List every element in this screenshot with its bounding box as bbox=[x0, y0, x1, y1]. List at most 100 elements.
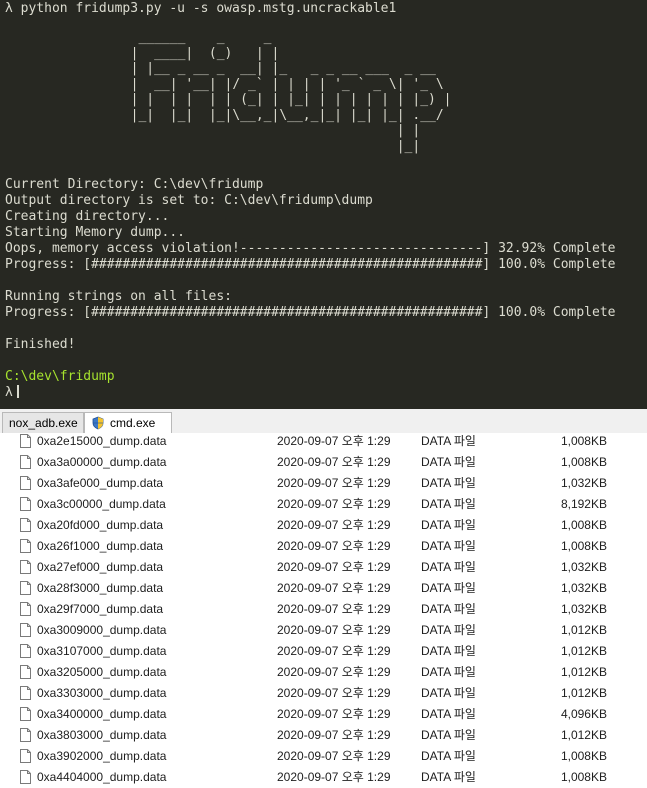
file-date: 2020-09-07 오후 1:29 bbox=[277, 581, 391, 595]
terminal-output-line: Progress: [#############################… bbox=[5, 257, 616, 272]
file-date: 2020-09-07 오후 1:29 bbox=[277, 476, 391, 490]
file-name: 0xa3902000_dump.data bbox=[37, 749, 167, 763]
file-size: 1,008KB bbox=[560, 770, 607, 784]
file-type: DATA 파일 bbox=[421, 476, 476, 490]
file-size: 8,192KB bbox=[560, 497, 607, 511]
file-row[interactable]: 0xa27ef000_dump.data 2020-09-07 오후 1:29 … bbox=[0, 557, 647, 578]
file-name: 0xa28f3000_dump.data bbox=[37, 581, 164, 595]
file-icon bbox=[20, 560, 31, 574]
file-row[interactable]: 0xa3902000_dump.data 2020-09-07 오후 1:29 … bbox=[0, 746, 647, 767]
shield-icon bbox=[92, 416, 104, 430]
file-size: 1,008KB bbox=[560, 539, 607, 553]
file-icon bbox=[20, 518, 31, 532]
tab-label: nox_adb.exe bbox=[9, 416, 78, 430]
file-type: DATA 파일 bbox=[421, 560, 476, 574]
file-icon bbox=[20, 497, 31, 511]
file-name: 0xa3afe000_dump.data bbox=[37, 476, 164, 490]
file-type: DATA 파일 bbox=[421, 434, 476, 448]
file-row[interactable]: 0xa26f1000_dump.data 2020-09-07 오후 1:29 … bbox=[0, 536, 647, 557]
file-list: 0xa2e15000_dump.data 2020-09-07 오후 1:29 … bbox=[0, 433, 647, 788]
file-icon bbox=[20, 665, 31, 679]
file-date: 2020-09-07 오후 1:29 bbox=[277, 665, 391, 679]
file-row[interactable]: 0xa3205000_dump.data 2020-09-07 오후 1:29 … bbox=[0, 662, 647, 683]
terminal-output-line: Output directory is set to: C:\dev\fridu… bbox=[5, 193, 373, 208]
file-date: 2020-09-07 오후 1:29 bbox=[277, 434, 391, 448]
terminal-command-line: λ python fridump3.py -u -s owasp.mstg.un… bbox=[5, 1, 397, 16]
file-size: 1,032KB bbox=[560, 476, 607, 490]
file-date: 2020-09-07 오후 1:29 bbox=[277, 770, 391, 784]
file-name: 0xa3303000_dump.data bbox=[37, 686, 167, 700]
file-size: 1,032KB bbox=[560, 602, 607, 616]
file-row[interactable]: 0xa29f7000_dump.data 2020-09-07 오후 1:29 … bbox=[0, 599, 647, 620]
fridump-ascii-banner: ______ _ _ | ____| (_) | | | |__ _ __ _ … bbox=[130, 30, 452, 154]
file-type: DATA 파일 bbox=[421, 497, 476, 511]
file-name: 0xa2e15000_dump.data bbox=[37, 434, 167, 448]
file-size: 1,008KB bbox=[560, 434, 607, 448]
file-row[interactable]: 0xa28f3000_dump.data 2020-09-07 오후 1:29 … bbox=[0, 578, 647, 599]
file-size: 1,012KB bbox=[560, 686, 607, 700]
file-name: 0xa3a00000_dump.data bbox=[37, 455, 167, 469]
file-name: 0xa3803000_dump.data bbox=[37, 728, 167, 742]
file-row[interactable]: 0xa2e15000_dump.data 2020-09-07 오후 1:29 … bbox=[0, 431, 647, 452]
terminal-prompt[interactable]: λ bbox=[5, 385, 19, 401]
file-size: 1,008KB bbox=[560, 749, 607, 763]
file-type: DATA 파일 bbox=[421, 665, 476, 679]
file-icon bbox=[20, 686, 31, 700]
file-type: DATA 파일 bbox=[421, 623, 476, 637]
tab-nox-adb[interactable]: nox_adb.exe bbox=[2, 412, 84, 433]
file-date: 2020-09-07 오후 1:29 bbox=[277, 707, 391, 721]
file-date: 2020-09-07 오후 1:29 bbox=[277, 497, 391, 511]
file-name: 0xa3400000_dump.data bbox=[37, 707, 167, 721]
file-size: 1,008KB bbox=[560, 455, 607, 469]
file-icon bbox=[20, 602, 31, 616]
file-row[interactable]: 0xa20fd000_dump.data 2020-09-07 오후 1:29 … bbox=[0, 515, 647, 536]
file-type: DATA 파일 bbox=[421, 539, 476, 553]
file-icon bbox=[20, 644, 31, 658]
file-icon bbox=[20, 539, 31, 553]
terminal-window[interactable]: λ python fridump3.py -u -s owasp.mstg.un… bbox=[0, 0, 647, 409]
file-icon bbox=[20, 749, 31, 763]
file-row[interactable]: 0xa3400000_dump.data 2020-09-07 오후 1:29 … bbox=[0, 704, 647, 725]
text-cursor bbox=[16, 385, 19, 398]
tab-cmd[interactable]: cmd.exe bbox=[84, 412, 172, 433]
file-type: DATA 파일 bbox=[421, 707, 476, 721]
file-date: 2020-09-07 오후 1:29 bbox=[277, 518, 391, 532]
terminal-prompt-path: C:\dev\fridump bbox=[5, 369, 115, 384]
file-icon bbox=[20, 707, 31, 721]
file-size: 1,008KB bbox=[560, 518, 607, 532]
file-size: 1,012KB bbox=[560, 644, 607, 658]
terminal-output-line: Oops, memory access violation!----------… bbox=[5, 241, 616, 256]
file-name: 0xa26f1000_dump.data bbox=[37, 539, 164, 553]
file-name: 0xa3c00000_dump.data bbox=[37, 497, 166, 511]
file-row[interactable]: 0xa3303000_dump.data 2020-09-07 오후 1:29 … bbox=[0, 683, 647, 704]
file-size: 1,012KB bbox=[560, 728, 607, 742]
file-date: 2020-09-07 오후 1:29 bbox=[277, 623, 391, 637]
file-size: 1,012KB bbox=[560, 623, 607, 637]
file-date: 2020-09-07 오후 1:29 bbox=[277, 602, 391, 616]
file-date: 2020-09-07 오후 1:29 bbox=[277, 686, 391, 700]
file-name: 0xa3205000_dump.data bbox=[37, 665, 167, 679]
terminal-output-line: Creating directory... bbox=[5, 209, 170, 224]
file-date: 2020-09-07 오후 1:29 bbox=[277, 644, 391, 658]
terminal-output-line: Starting Memory dump... bbox=[5, 225, 186, 240]
file-name: 0xa3107000_dump.data bbox=[37, 644, 167, 658]
file-type: DATA 파일 bbox=[421, 581, 476, 595]
file-row[interactable]: 0xa3a00000_dump.data 2020-09-07 오후 1:29 … bbox=[0, 452, 647, 473]
file-icon bbox=[20, 728, 31, 742]
file-name: 0xa4404000_dump.data bbox=[37, 770, 167, 784]
file-size: 1,032KB bbox=[560, 560, 607, 574]
file-date: 2020-09-07 오후 1:29 bbox=[277, 455, 391, 469]
file-row[interactable]: 0xa3107000_dump.data 2020-09-07 오후 1:29 … bbox=[0, 641, 647, 662]
file-icon bbox=[20, 770, 31, 784]
terminal-output-line: Running strings on all files: bbox=[5, 289, 232, 304]
file-row[interactable]: 0xa3afe000_dump.data 2020-09-07 오후 1:29 … bbox=[0, 473, 647, 494]
terminal-output-line: Progress: [#############################… bbox=[5, 305, 616, 320]
file-row[interactable]: 0xa3009000_dump.data 2020-09-07 오후 1:29 … bbox=[0, 620, 647, 641]
file-row[interactable]: 0xa3c00000_dump.data 2020-09-07 오후 1:29 … bbox=[0, 494, 647, 515]
file-row[interactable]: 0xa4404000_dump.data 2020-09-07 오후 1:29 … bbox=[0, 767, 647, 788]
file-size: 1,032KB bbox=[560, 581, 607, 595]
file-icon bbox=[20, 581, 31, 595]
file-name: 0xa3009000_dump.data bbox=[37, 623, 167, 637]
file-size: 1,012KB bbox=[560, 665, 607, 679]
file-row[interactable]: 0xa3803000_dump.data 2020-09-07 오후 1:29 … bbox=[0, 725, 647, 746]
